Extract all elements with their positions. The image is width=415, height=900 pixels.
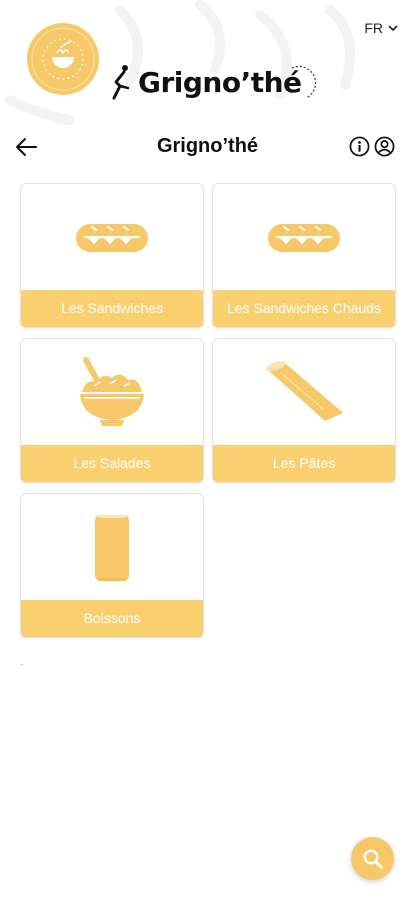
penne-pasta-icon (266, 361, 343, 421)
chevron-down-icon (388, 25, 398, 32)
header-banner: Grigno’thé FR (0, 0, 415, 125)
category-label: Les Sandwiches Chauds (213, 290, 395, 327)
navigation-bar: Grigno’thé (0, 125, 415, 169)
brand-name: Grigno’thé (138, 65, 302, 99)
brand-badge-icon (291, 65, 317, 99)
drink-can-icon (95, 515, 129, 581)
category-card-sandwiches[interactable]: Les Sandwiches (20, 183, 204, 328)
category-card-drinks[interactable]: Boissons (20, 493, 204, 638)
divider-mark (21, 664, 23, 665)
search-button[interactable] (351, 837, 394, 880)
category-label: Les Pâtes (213, 445, 395, 482)
brand-figure-icon (112, 65, 130, 100)
sandwich-icon (268, 224, 340, 252)
sandwich-icon (76, 224, 148, 252)
salad-bowl-icon (80, 357, 144, 426)
category-card-hot-sandwiches[interactable]: Les Sandwiches Chauds (212, 183, 396, 328)
round-brand-logo (27, 23, 99, 95)
category-label: Les Sandwiches (21, 290, 203, 327)
category-label: Les Salades (21, 445, 203, 482)
language-selector[interactable]: FR (364, 20, 399, 36)
category-label: Boissons (21, 600, 203, 637)
search-icon (363, 849, 383, 869)
category-card-pasta[interactable]: Les Pâtes (212, 338, 396, 483)
brand-logo: Grigno’thé (108, 60, 302, 104)
category-card-salads[interactable]: Les Salades (20, 338, 204, 483)
language-code: FR (364, 20, 383, 36)
user-account-icon[interactable] (374, 136, 395, 157)
info-icon[interactable] (349, 136, 370, 157)
